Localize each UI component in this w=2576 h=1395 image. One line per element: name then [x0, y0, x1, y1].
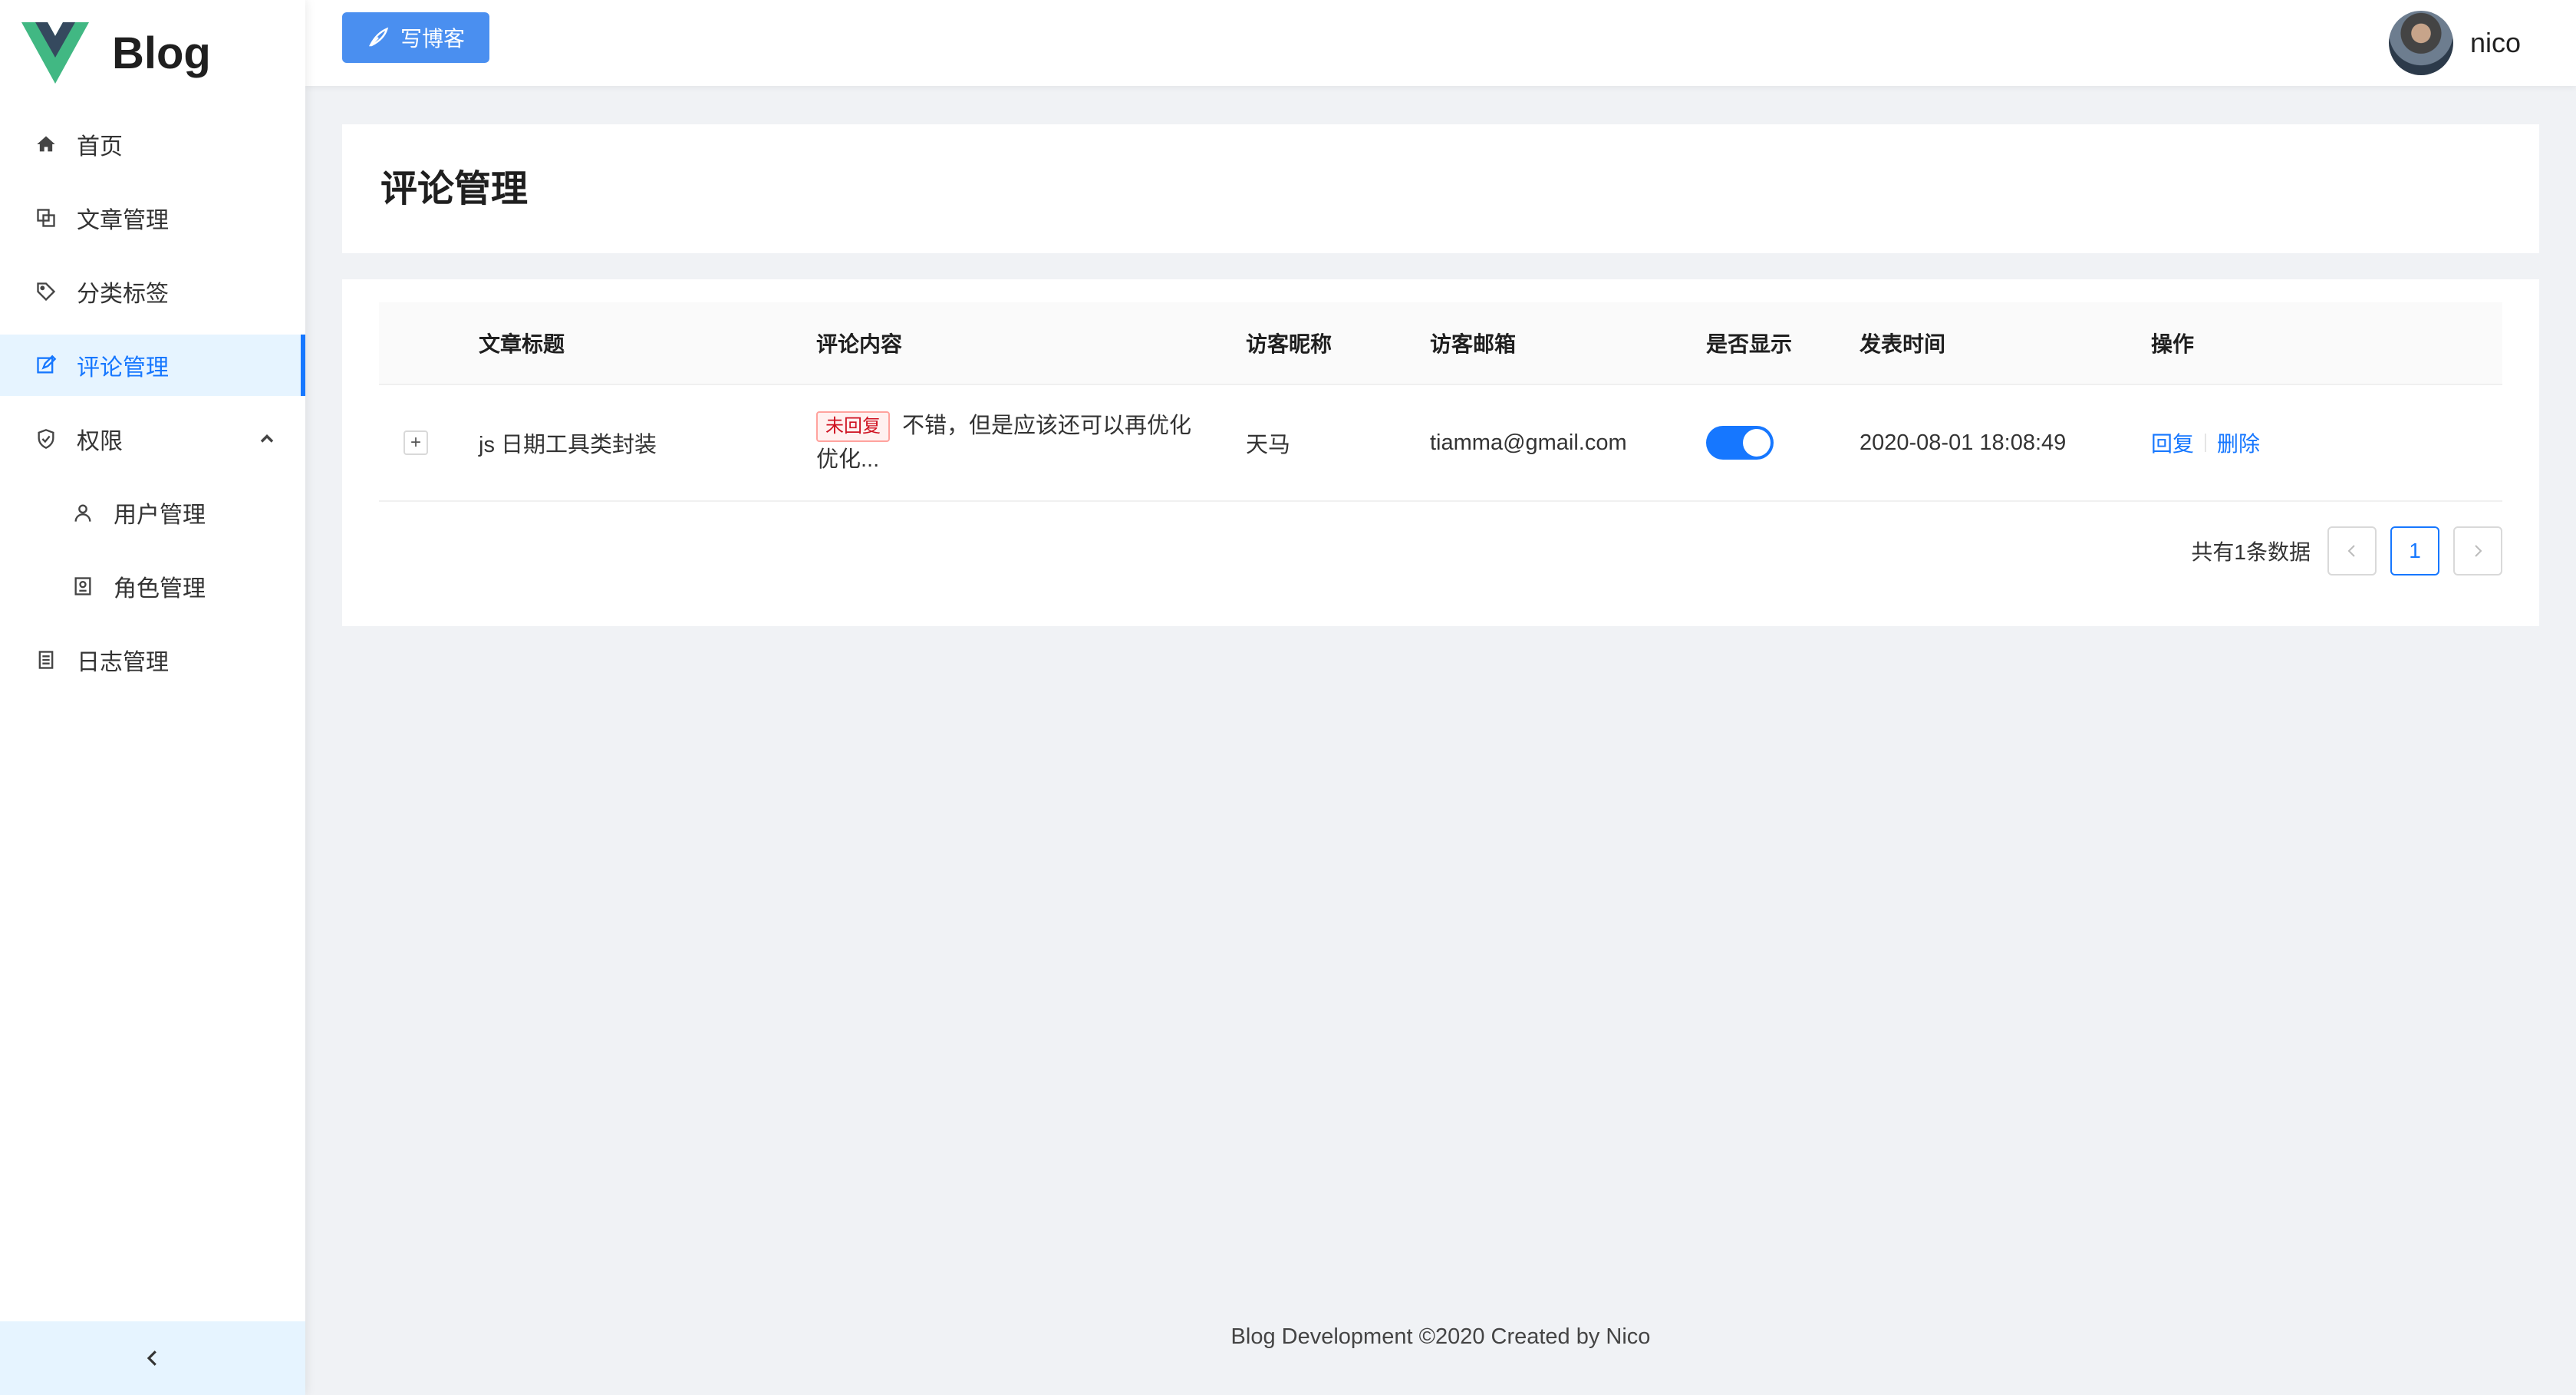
- sidebar-item-label: 权限: [77, 429, 123, 454]
- column-header-title: 文章标题: [479, 332, 565, 356]
- expand-cell: +: [404, 385, 428, 500]
- user-name: nico: [2469, 27, 2521, 58]
- expand-row-button[interactable]: +: [404, 430, 428, 455]
- pagination-next-button[interactable]: [2453, 526, 2502, 575]
- id-card-icon: [71, 574, 95, 599]
- sidebar-item-label: 首页: [77, 134, 123, 160]
- edit-icon: [34, 353, 58, 378]
- user-menu[interactable]: nico: [2388, 11, 2521, 75]
- page-header-card: 评论管理: [342, 124, 2539, 253]
- chevron-left-icon: [2347, 545, 2355, 557]
- tag-icon: [34, 279, 58, 304]
- chevron-up-icon: [260, 434, 274, 443]
- nickname-cell: 天马: [1246, 433, 1291, 457]
- page-title: 评论管理: [380, 169, 529, 209]
- comments-table-card: 文章标题 评论内容 访客昵称 访客邮箱 是否显示 发表时间 操作 + js 日期…: [342, 279, 2539, 626]
- delete-link[interactable]: 删除: [2217, 427, 2260, 458]
- copy-icon: [34, 206, 58, 230]
- sidebar-item-roles[interactable]: 角色管理: [0, 556, 305, 617]
- chevron-left-icon: [147, 1350, 156, 1366]
- sidebar-item-permissions[interactable]: 权限: [0, 408, 305, 470]
- pagination: 共有1条数据 1: [2191, 526, 2502, 575]
- sidebar-collapse-button[interactable]: [0, 1321, 305, 1395]
- logo-text: Blog: [112, 28, 211, 78]
- comment-content-cell: 未回复 不错，但是应该还可以再优化 优化...: [816, 385, 1215, 500]
- sidebar-item-label: 日志管理: [77, 650, 169, 675]
- column-header-time: 发表时间: [1860, 332, 1946, 356]
- action-divider: [2205, 434, 2207, 452]
- column-header-visible: 是否显示: [1706, 332, 1793, 356]
- column-header-email: 访客邮箱: [1430, 332, 1517, 356]
- sidebar-item-label: 用户管理: [114, 503, 206, 528]
- write-blog-button[interactable]: 写博客: [342, 12, 489, 63]
- comments-table: 文章标题 评论内容 访客昵称 访客邮箱 是否显示 发表时间 操作 + js 日期…: [379, 302, 2502, 502]
- email-cell: tiamma@gmail.com: [1430, 430, 1627, 455]
- article-title-cell: js 日期工具类封装: [479, 433, 657, 457]
- sidebar-item-tags[interactable]: 分类标签: [0, 261, 305, 322]
- top-header: 写博客 nico: [305, 0, 2576, 86]
- footer: Blog Development ©2020 Created by Nico: [1230, 1324, 1651, 1349]
- write-blog-label: 写博客: [400, 27, 465, 51]
- sidebar-item-label: 角色管理: [114, 576, 206, 602]
- sidebar-item-comments[interactable]: 评论管理: [0, 335, 305, 396]
- table-header: 文章标题 评论内容 访客昵称 访客邮箱 是否显示 发表时间 操作: [379, 302, 2502, 385]
- status-badge: 未回复: [816, 411, 890, 443]
- comment-text: 不错，但是应该还可以再优化: [902, 414, 1192, 438]
- user-icon: [71, 500, 95, 525]
- pagination-page-1[interactable]: 1: [2390, 526, 2439, 575]
- table-row: + js 日期工具类封装 未回复 不错，但是应该还可以再优化 优化... 天马 t…: [379, 385, 2502, 502]
- sidebar-item-label: 分类标签: [77, 282, 169, 307]
- column-header-actions: 操作: [2151, 332, 2195, 356]
- visible-toggle[interactable]: [1706, 426, 1774, 460]
- comment-content-line-2: 优化...: [816, 447, 880, 472]
- column-header-content: 评论内容: [816, 332, 903, 356]
- comment-content-line-1: 未回复 不错，但是应该还可以再优化: [816, 409, 1191, 443]
- file-text-icon: [34, 648, 58, 672]
- chevron-right-icon: [2475, 545, 2482, 557]
- sidebar-item-home[interactable]: 首页: [0, 114, 305, 175]
- sidebar-item-label: 评论管理: [77, 355, 169, 381]
- reply-link[interactable]: 回复: [2151, 427, 2194, 458]
- feather-icon: [368, 27, 389, 47]
- avatar[interactable]: [2388, 11, 2453, 75]
- sidebar: Blog 首页 文章管理 分类标签 评论管理 权限 用户管理 角色管理 日志管理: [0, 0, 305, 1395]
- visible-cell: [1706, 385, 1774, 500]
- sidebar-item-label: 文章管理: [77, 208, 169, 233]
- logo[interactable]: Blog: [21, 18, 211, 87]
- column-header-nickname: 访客昵称: [1246, 332, 1332, 356]
- sidebar-item-logs[interactable]: 日志管理: [0, 629, 305, 691]
- vue-logo-icon: [21, 22, 89, 84]
- sidebar-menu: 首页 文章管理 分类标签 评论管理 权限 用户管理 角色管理 日志管理: [0, 114, 305, 703]
- sidebar-item-articles[interactable]: 文章管理: [0, 187, 305, 249]
- app: Blog 首页 文章管理 分类标签 评论管理 权限 用户管理 角色管理 日志管理…: [0, 0, 2576, 1395]
- pagination-prev-button[interactable]: [2327, 526, 2377, 575]
- time-cell: 2020-08-01 18:08:49: [1860, 430, 2067, 455]
- sidebar-item-users[interactable]: 用户管理: [0, 482, 305, 543]
- actions-cell: 回复 删除: [2151, 385, 2260, 500]
- safety-icon: [34, 427, 58, 451]
- pagination-total: 共有1条数据: [2191, 540, 2311, 564]
- home-icon: [34, 132, 58, 157]
